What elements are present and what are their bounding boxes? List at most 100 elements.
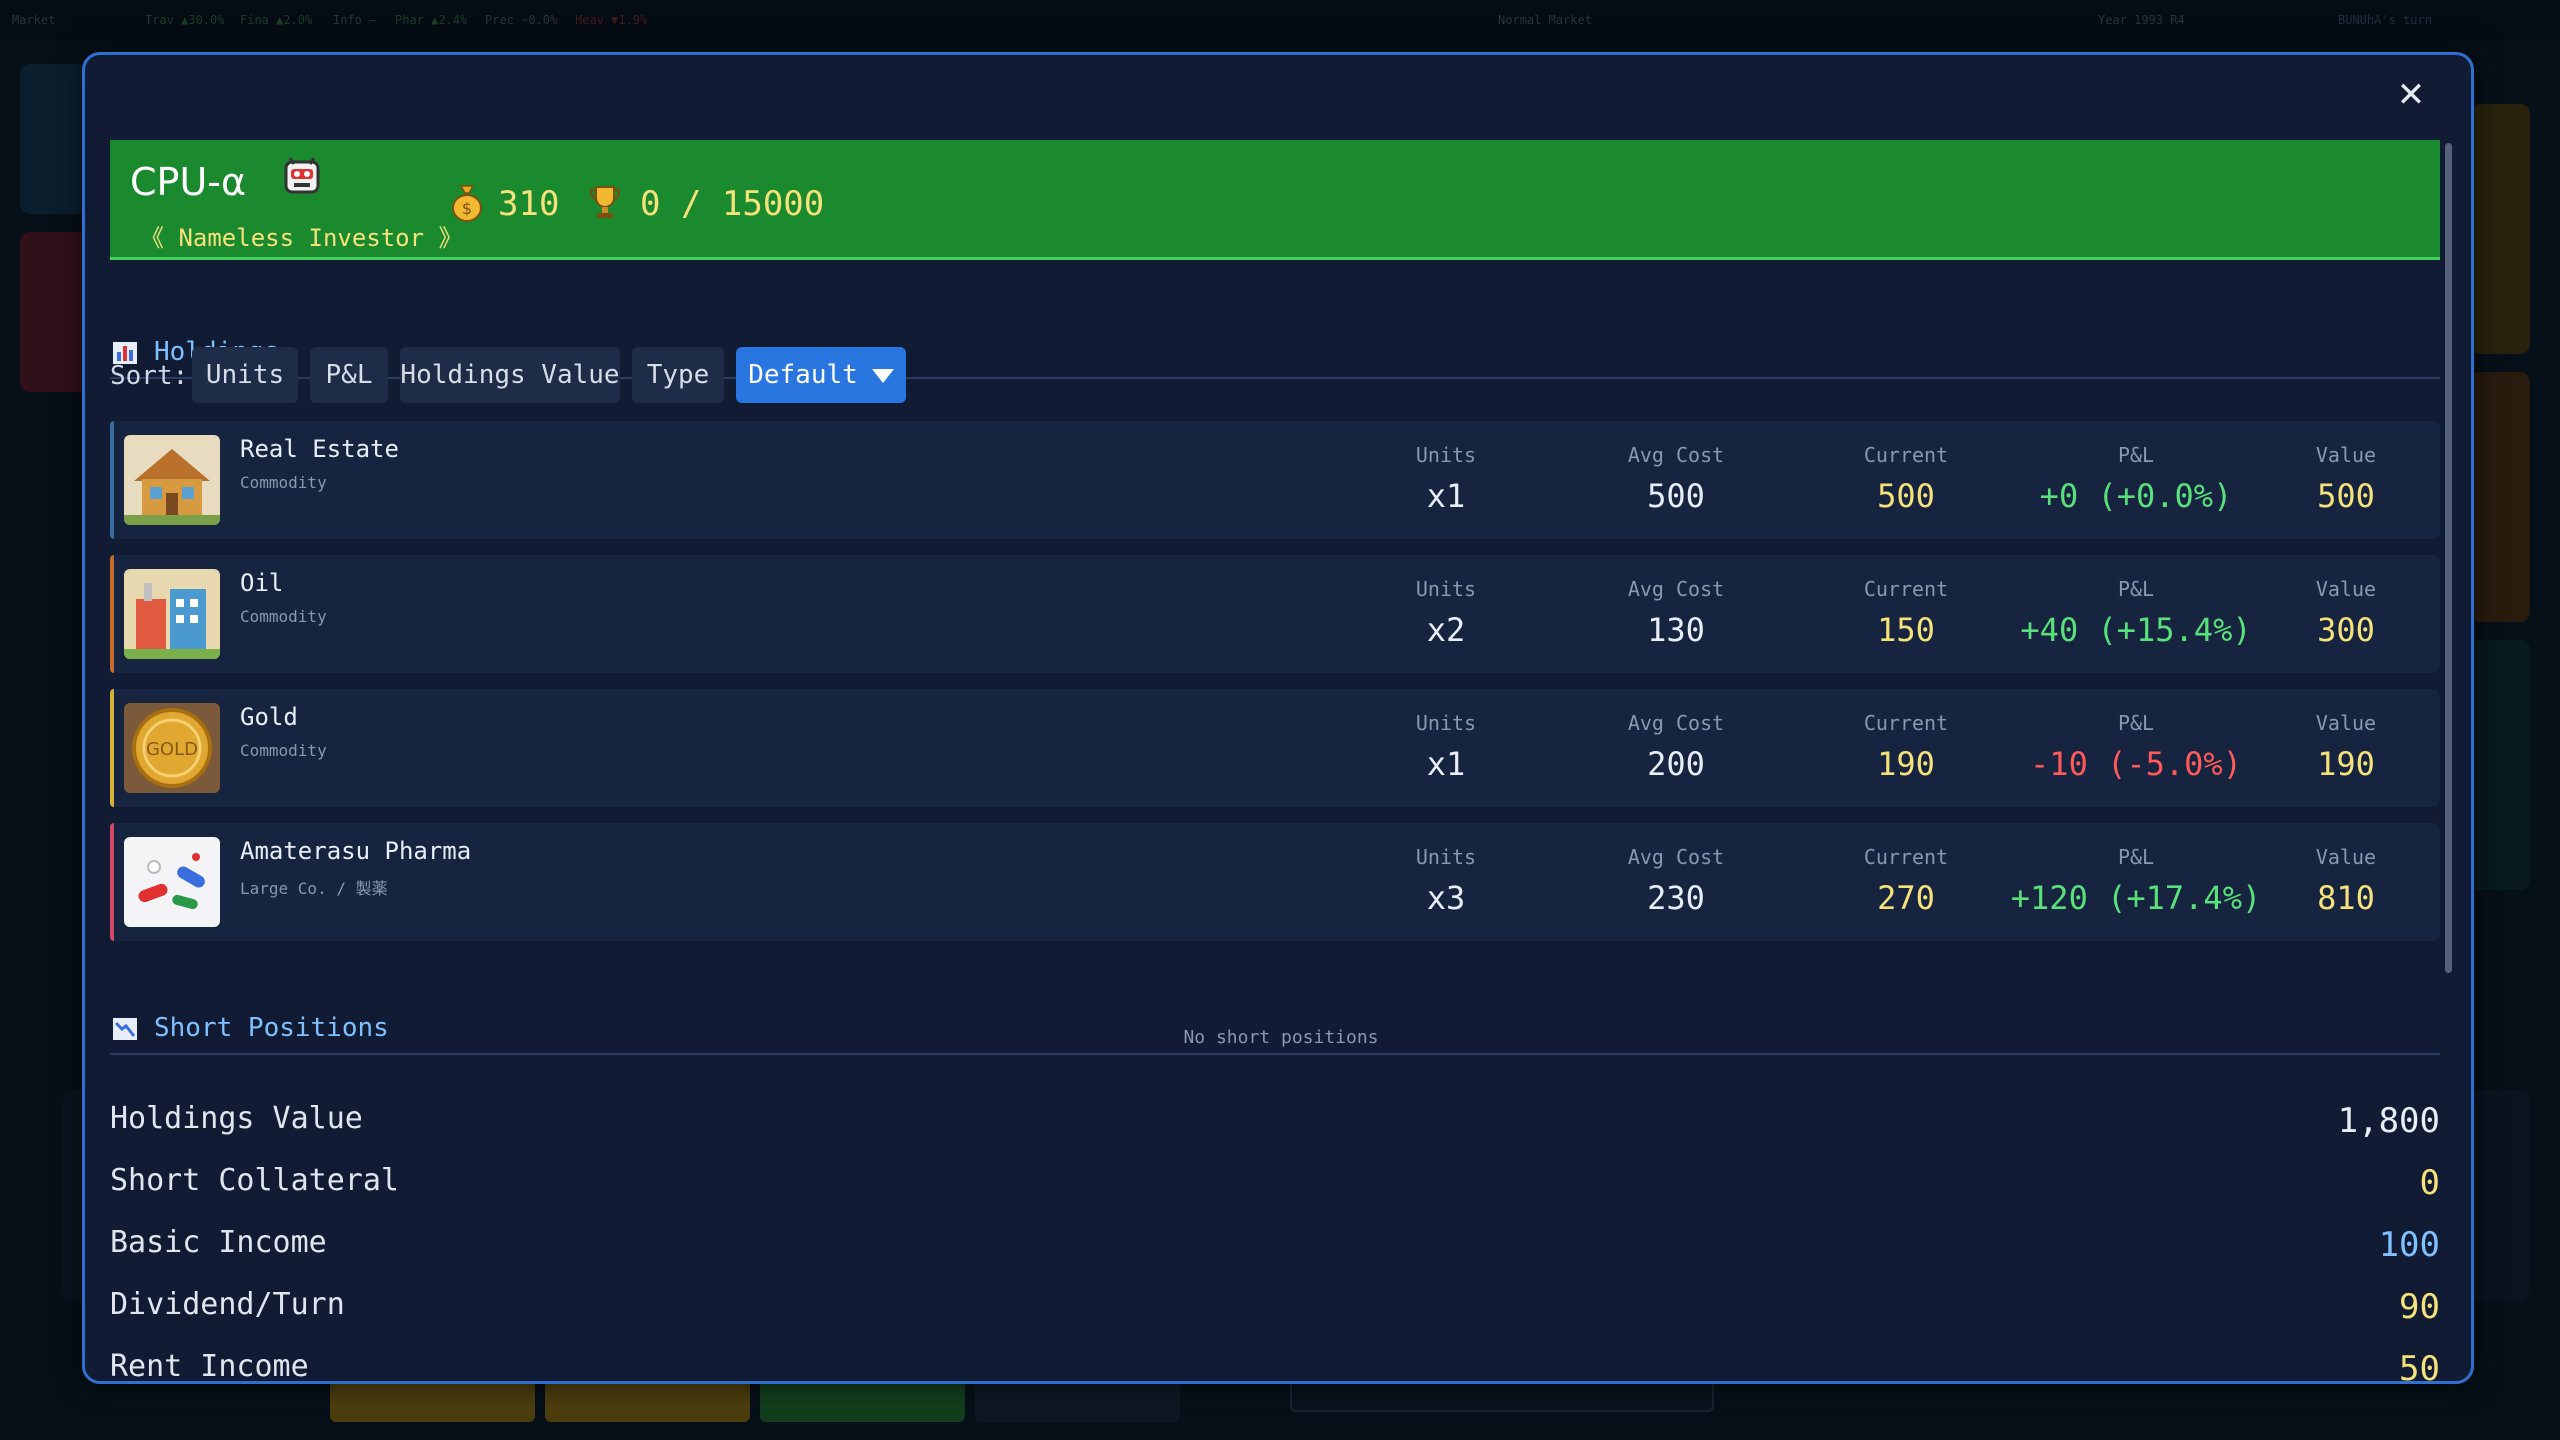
pnl-value: +40 (+15.4%) [2020,611,2252,649]
units-value: x1 [1426,477,1466,515]
summary-value: 90 [2399,1287,2440,1327]
svg-text:GOLD: GOLD [146,739,198,760]
avg-cost-value: 200 [1647,745,1705,783]
units-value: x2 [1426,611,1466,649]
summary-row: Basic Income 100 [110,1215,2440,1277]
asset-category: Commodity [240,473,327,492]
scrollbar[interactable] [2445,143,2452,973]
value-header: Value [2315,711,2377,735]
summary-row: Rent Income 50 [110,1339,2440,1384]
cash-value: 310 [498,184,560,224]
avg-cost-value: 500 [1647,477,1705,515]
units-header: Units [1415,577,1477,601]
holding-row[interactable]: Amaterasu Pharma Large Co. / 製薬 Units x3 … [110,823,2440,941]
avg-cost-header: Avg Cost [1627,443,1725,467]
avg-cost-header: Avg Cost [1627,845,1725,869]
units-column: Units x3 [1376,823,1516,917]
pnl-header: P&L [2117,845,2155,869]
sort-order-dropdown[interactable]: Default [736,347,906,403]
summary-row: Holdings Value 1,800 [110,1091,2440,1153]
summary-row: Short Collateral 0 [110,1153,2440,1215]
pnl-value: +0 (+0.0%) [2039,477,2233,515]
summary-label: Holdings Value [110,1101,363,1136]
asset-name: Gold [240,703,298,731]
summary-label: Rent Income [110,1349,309,1384]
units-column: Units x1 [1376,689,1516,783]
value-header: Value [2315,845,2377,869]
avg-cost-column: Avg Cost 200 [1586,689,1766,783]
value-column: Value 190 [2276,689,2416,783]
units-column: Units x2 [1376,555,1516,649]
pnl-value: -10 (-5.0%) [2030,745,2242,783]
summary-row: Dividend/Turn 90 [110,1277,2440,1339]
summary-label: Dividend/Turn [110,1287,345,1322]
svg-text:$: $ [462,199,472,218]
avg-cost-header: Avg Cost [1627,577,1725,601]
asset-name: Real Estate [240,435,399,463]
pnl-column: P&L +120 (+17.4%) [1966,823,2306,917]
value-column: Value 300 [2276,555,2416,649]
player-portfolio-modal: ✕ CPU-α 《 Nameless Investor 》 $ 310 0 / … [82,52,2474,1384]
value-column: Value 810 [2276,823,2416,917]
holding-value: 500 [2317,477,2375,515]
sort-holdings-value-button[interactable]: Holdings Value [400,347,620,403]
summary-label: Short Collateral [110,1163,399,1198]
units-header: Units [1415,845,1477,869]
avg-cost-value: 230 [1647,879,1705,917]
pnl-header: P&L [2117,443,2155,467]
avg-cost-column: Avg Cost 500 [1586,421,1766,515]
units-header: Units [1415,711,1477,735]
units-header: Units [1415,443,1477,467]
gold-coin-icon: GOLD [124,703,220,793]
money-bag-icon: $ [452,185,482,222]
asset-category: Commodity [240,607,327,626]
row-accent [110,555,114,673]
value-header: Value [2315,577,2377,601]
holding-value: 190 [2317,745,2375,783]
holding-value: 810 [2317,879,2375,917]
sort-units-button[interactable]: Units [192,347,298,403]
score-progress: 0 / 15000 [640,184,825,224]
close-icon[interactable]: ✕ [2393,77,2429,113]
avg-cost-column: Avg Cost 230 [1586,823,1766,917]
asset-category: Commodity [240,741,327,760]
holding-row[interactable]: Oil Commodity Units x2 Avg Cost 130 Curren… [110,555,2440,673]
summary-value: 100 [2378,1225,2440,1265]
asset-name: Amaterasu Pharma [240,837,472,865]
pnl-column: P&L +0 (+0.0%) [1966,421,2306,515]
summary-value: 1,800 [2337,1101,2440,1141]
avg-cost-value: 130 [1647,611,1705,649]
chevron-down-icon [871,368,894,383]
units-column: Units x1 [1376,421,1516,515]
holding-value: 300 [2317,611,2375,649]
row-accent [110,823,114,941]
summary-label: Basic Income [110,1225,327,1260]
sort-type-button[interactable]: Type [632,347,724,403]
avg-cost-column: Avg Cost 130 [1586,555,1766,649]
row-accent [110,689,114,807]
holding-row[interactable]: GOLD Gold Commodity Units x1 Avg Cost 200 … [110,689,2440,807]
house-icon [124,435,220,525]
sort-order-value: Default [748,360,858,390]
units-value: x1 [1426,745,1466,783]
pnl-column: P&L +40 (+15.4%) [1966,555,2306,649]
value-header: Value [2315,443,2377,467]
pnl-header: P&L [2117,577,2155,601]
pnl-value: +120 (+17.4%) [2010,879,2262,917]
holding-row[interactable]: Real Estate Commodity Units x1 Avg Cost 50… [110,421,2440,539]
row-accent [110,421,114,539]
asset-name: Oil [240,569,284,597]
player-title: 《 Nameless Investor 》 [140,224,463,252]
trophy-icon [589,186,621,218]
empty-short-message: No short positions [1183,1027,1379,1048]
sort-pnl-button[interactable]: P&L [310,347,388,403]
units-value: x3 [1426,879,1466,917]
sort-label: Sort: [110,361,189,391]
value-column: Value 500 [2276,421,2416,515]
pnl-header: P&L [2117,711,2155,735]
summary-value: 0 [2419,1163,2440,1203]
robot-icon [284,157,320,194]
refinery-icon [124,569,220,659]
summary-value: 50 [2399,1349,2440,1384]
player-name: CPU-α [130,160,247,204]
